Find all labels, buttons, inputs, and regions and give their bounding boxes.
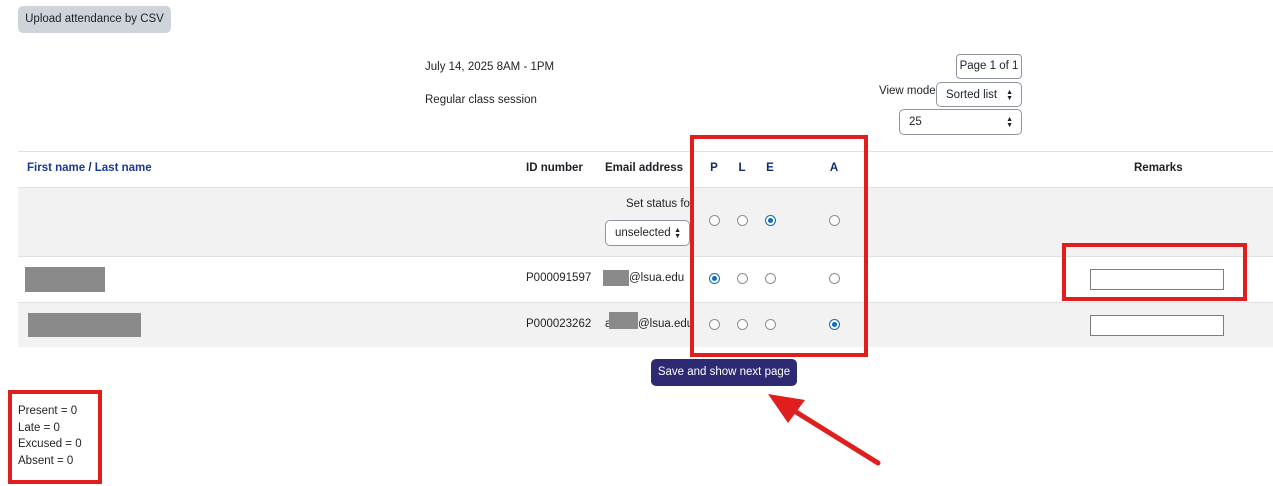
annotation-arrow-icon [768, 394, 881, 466]
